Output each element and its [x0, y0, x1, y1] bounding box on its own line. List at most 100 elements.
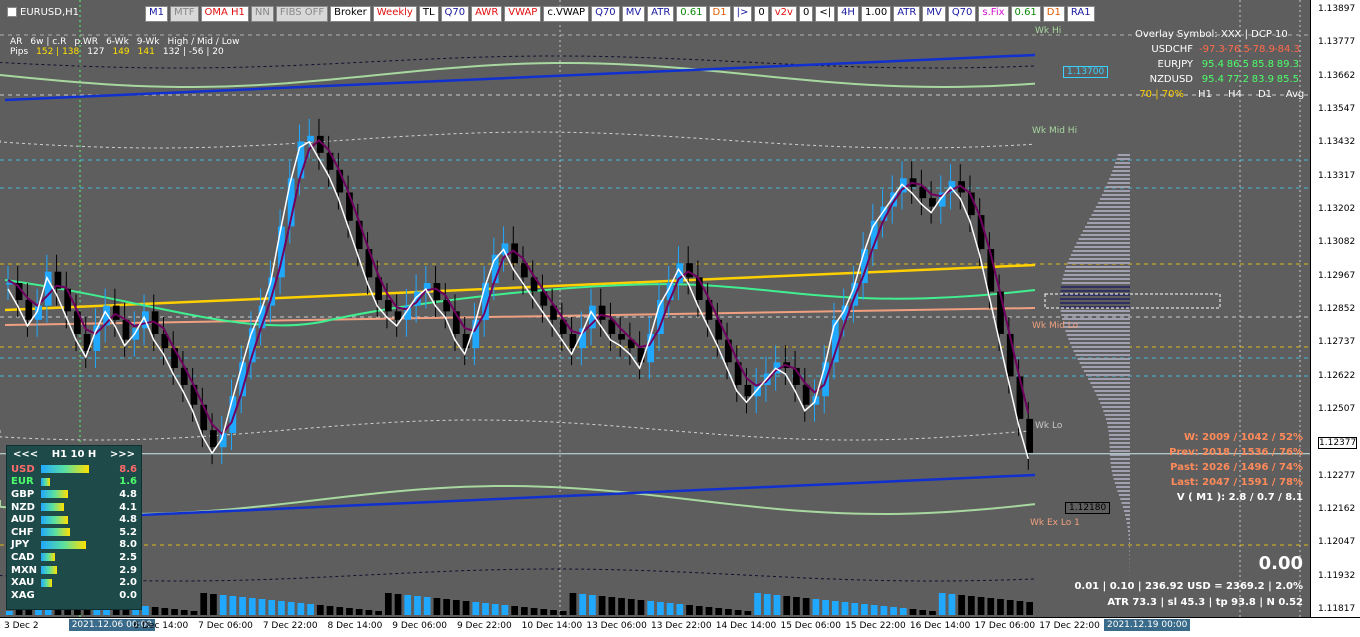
overlay-symbol: NZDUSD [1149, 74, 1193, 85]
toolbar-button-12[interactable]: Q70 [591, 6, 620, 22]
volume-bar [491, 604, 499, 615]
candle-body [132, 328, 140, 340]
volume-bar [414, 596, 421, 615]
wk-lo-label: Wk Lo [1035, 421, 1063, 431]
toolbar-button-19[interactable]: v2v [770, 6, 797, 22]
toolbar-button-15[interactable]: 0.61 [676, 6, 707, 22]
volume-bar [433, 598, 441, 615]
strength-bar-fill [41, 465, 90, 474]
range-stats: AR 6w | c.R p.WR 6-Wk 9-Wk High / Mid / Low P… [10, 37, 247, 57]
stats-header: AR [10, 37, 23, 47]
price-tick: 1.13317 [1318, 170, 1356, 181]
volume-bar [550, 610, 557, 615]
stats-value: 141 [137, 47, 155, 57]
price-axis[interactable]: 1.13897 1.13777 1.13662 1.13547 1.13432 1.133… [1310, 0, 1360, 617]
toolbar-button-20[interactable]: 0 [798, 6, 814, 22]
toolbar-button-30[interactable]: RA1 [1066, 6, 1095, 22]
toolbar-button-7[interactable]: TL [418, 6, 439, 22]
price-tick: 1.12967 [1318, 270, 1356, 281]
toolbar-button-29[interactable]: D1 [1042, 6, 1065, 22]
next-button[interactable]: >>> [110, 449, 135, 460]
prev-button[interactable]: <<< [13, 449, 38, 460]
candle-body [307, 135, 314, 142]
candle-body [384, 300, 392, 312]
strength-bar [41, 591, 97, 599]
toolbar-button-27[interactable]: s.Fix [978, 6, 1009, 22]
volume-bar [365, 610, 373, 615]
strength-bar-fill [41, 553, 55, 562]
wk-ex-lo-label: Wk Ex Lo 1 [1030, 518, 1080, 528]
toolbar-button-5[interactable]: Broker [330, 6, 371, 22]
toolbar-button-28[interactable]: 0.61 [1010, 6, 1041, 22]
volume-bar [501, 605, 509, 615]
volume-bar [462, 601, 470, 615]
toolbar-button-25[interactable]: MV [922, 6, 946, 22]
chart-area[interactable]: Wk Hi Wk Mid Hi Wk Mid Lo Wk Lo Wk Ex Lo 1 1.… [0, 0, 1310, 617]
strength-bar [41, 465, 97, 474]
candle-body [112, 305, 120, 320]
volume-bar [316, 605, 324, 615]
volume-bar [598, 596, 606, 615]
strength-bar [41, 477, 97, 486]
toolbar-button-16[interactable]: D1 [708, 6, 731, 22]
lower-trendline [139, 473, 1036, 517]
volume-bar [686, 605, 693, 615]
volume-bar [355, 609, 363, 615]
strength-currency: JPY [11, 539, 30, 551]
price-tick: 1.12507 [1318, 404, 1356, 414]
toolbar-button-9[interactable]: AWR [471, 6, 503, 22]
indicator-toolbar: M1 MTF OMA H1 NN FIBS OFF Broker Weekly TL Q70 AW… [145, 6, 1097, 22]
strength-row: AUD 4.8 [7, 513, 141, 526]
volume-bar [831, 601, 839, 615]
poc-box [1044, 293, 1221, 309]
volume-bar [997, 599, 1004, 615]
toolbar-button-8[interactable]: Q70 [440, 6, 470, 22]
volume-bar [6, 611, 13, 615]
volume-bar [171, 609, 178, 615]
price-tick: 1.13547 [1318, 104, 1356, 114]
volume-bar [987, 598, 995, 615]
strength-row: JPY 8.0 [7, 539, 141, 552]
toolbar-button-3[interactable]: NN [250, 6, 274, 22]
toolbar-button-13[interactable]: MV [621, 6, 646, 22]
toolbar-button-14[interactable]: ATR [647, 6, 675, 22]
time-tick: 9 Dec 06:00 [392, 621, 448, 631]
toolbar-button-1[interactable]: MTF [170, 6, 199, 22]
volume-bar [219, 595, 227, 615]
toolbar-button-0[interactable]: M1 [145, 6, 168, 22]
strength-bar-fill [41, 490, 68, 499]
overlay-col: H4 [1228, 89, 1242, 100]
strength-bar-fill [41, 528, 71, 537]
time-tick: 7 Dec 22:00 [262, 621, 318, 631]
overlay-value: 95.4 [1201, 74, 1224, 85]
toolbar-button-21[interactable]: <| [815, 6, 836, 22]
toolbar-button-10[interactable]: VWAP [504, 6, 542, 22]
volume-bar [851, 603, 859, 615]
toolbar-button-4[interactable]: FIBS OFF [275, 6, 329, 22]
toolbar-button-26[interactable]: Q70 [947, 6, 977, 22]
inner-band [0, 131, 1036, 149]
toolbar-button-24[interactable]: ATR [893, 6, 921, 22]
volume-bar [151, 607, 159, 615]
toolbar-button-18[interactable]: 0 [754, 6, 769, 22]
toolbar-button-23[interactable]: 1.00 [860, 6, 892, 22]
time-tick: 13 Dec 06:00 [586, 621, 647, 631]
volume-bar [627, 599, 635, 615]
volume-bar [841, 602, 849, 615]
volume-bar [890, 607, 897, 615]
stats-value: 149 [112, 47, 130, 57]
volume-bar [919, 610, 927, 615]
toolbar-button-11[interactable]: c.VWAP [543, 6, 590, 22]
toolbar-button-17[interactable]: |> [732, 6, 753, 22]
time-axis[interactable]: 3 Dec 2 2021.12.06 00:00 6 Dec 14:00 7 Dec … [0, 617, 1360, 637]
toolbar-button-22[interactable]: 4H [837, 6, 859, 22]
strength-bar-fill [41, 578, 53, 587]
toolbar-button-6[interactable]: Weekly [372, 6, 417, 22]
upper-trendline [4, 53, 1036, 102]
candle-body [394, 311, 402, 320]
volume-bar [161, 608, 169, 615]
currency-strength-panel: <<< H1 10 H >>> USD 8.6 EUR 1.6 GBP 4.8 NZD 4.1… [6, 445, 142, 610]
strength-currency: NZD [11, 501, 35, 513]
overlay-row: NZDUSD 95.4 77.2 83.9 85.5 [1135, 72, 1310, 87]
toolbar-button-2[interactable]: OMA H1 [200, 6, 249, 22]
